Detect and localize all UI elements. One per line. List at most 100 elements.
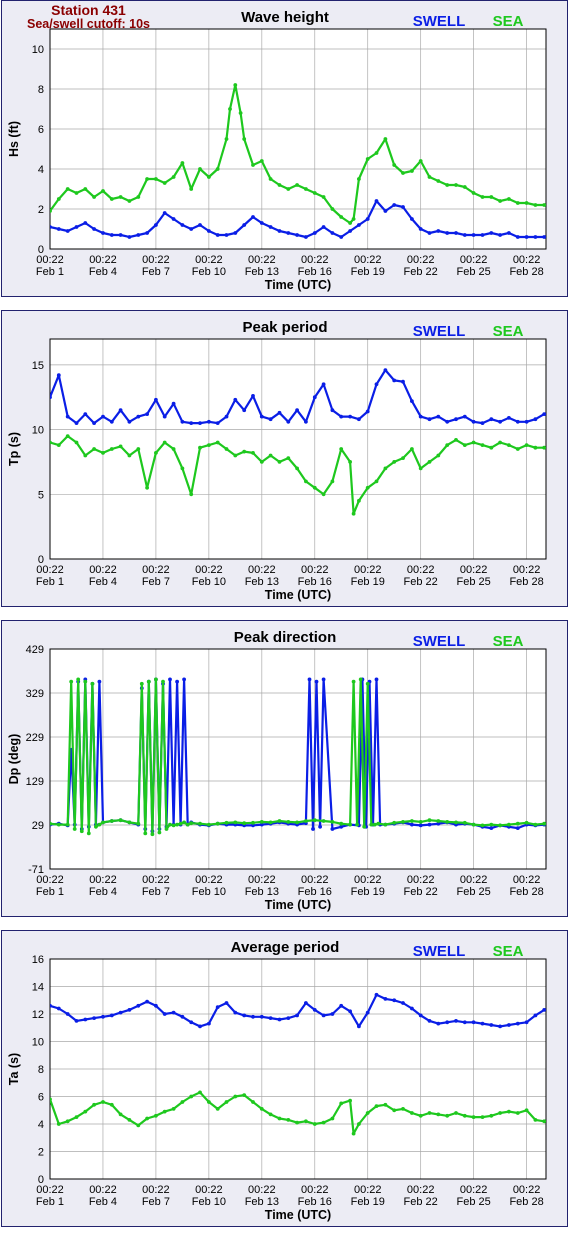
data-point-sea: [109, 1102, 114, 1107]
data-point-swell: [189, 421, 194, 425]
data-point-sea: [351, 217, 356, 221]
x-tick-date: Feb 19: [351, 266, 385, 278]
data-point-swell: [65, 1012, 70, 1016]
data-point-sea: [207, 822, 211, 827]
data-point-sea: [146, 679, 151, 684]
chart-panel-peak-period: 0 5 10 15 00:22 Feb 1 00:22 Feb 4 00:22 Feb 7 00:2…: [1, 310, 568, 607]
x-axis-label: Time (UTC): [265, 1208, 331, 1222]
data-point-sea: [50, 1097, 52, 1102]
data-point-swell: [533, 417, 538, 422]
data-point-sea: [304, 819, 308, 823]
data-point-sea: [533, 822, 538, 827]
x-tick-date: Feb 13: [245, 886, 279, 898]
x-tick-time: 00:22: [248, 564, 276, 576]
data-point-swell: [410, 399, 414, 403]
data-point-sea: [86, 831, 91, 836]
x-tick-time: 00:22: [142, 1184, 170, 1196]
data-point-swell: [454, 1019, 458, 1023]
data-point-swell: [65, 229, 70, 233]
data-point-swell: [307, 677, 312, 682]
x-tick-date: Feb 7: [142, 266, 170, 278]
x-tick-date: Feb 28: [509, 886, 543, 898]
data-point-swell: [74, 225, 79, 229]
data-point-swell: [348, 414, 352, 419]
data-point-sea: [277, 1116, 282, 1121]
x-tick-date: Feb 4: [89, 266, 117, 278]
data-point-swell: [365, 409, 370, 414]
data-point-swell: [392, 378, 397, 383]
x-tick-date: Feb 4: [89, 576, 117, 588]
data-point-swell: [109, 233, 114, 237]
data-point-swell: [311, 827, 315, 831]
y-tick-label: 15: [32, 360, 44, 372]
data-point-swell: [348, 1009, 352, 1014]
data-point-swell: [471, 1020, 476, 1025]
data-point-swell: [533, 1013, 538, 1018]
data-point-sea: [462, 1113, 467, 1118]
x-tick-date: Feb 16: [298, 886, 332, 898]
y-tick-label: 14: [32, 982, 44, 994]
x-tick-time: 00:22: [195, 1184, 223, 1196]
x-axis-label: Time (UTC): [265, 588, 331, 602]
data-point-swell: [392, 203, 397, 207]
data-point-swell: [136, 233, 141, 237]
data-point-sea: [365, 157, 370, 161]
legend-sea: SEA: [493, 633, 524, 650]
data-point-swell: [175, 679, 180, 684]
data-point-swell: [410, 217, 414, 221]
x-tick-time: 00:22: [460, 874, 488, 886]
data-point-sea: [50, 440, 52, 445]
data-point-sea: [351, 1131, 356, 1136]
data-point-sea: [515, 821, 520, 826]
data-point-swell: [295, 233, 299, 237]
y-tick-label: 229: [26, 732, 44, 744]
data-point-swell: [339, 1003, 344, 1008]
data-point-sea: [392, 1108, 397, 1113]
y-tick-label: 12: [32, 1009, 44, 1021]
data-point-swell: [168, 677, 172, 682]
data-point-swell: [357, 1024, 361, 1029]
data-point-sea: [471, 191, 476, 195]
data-point-sea: [215, 440, 220, 445]
data-point-sea: [97, 822, 102, 827]
x-tick-time: 00:22: [301, 564, 329, 576]
data-point-sea: [94, 824, 98, 829]
data-point-swell: [515, 235, 520, 239]
data-point-sea: [215, 821, 220, 826]
data-point-sea: [542, 445, 546, 450]
data-point-swell: [339, 235, 344, 239]
data-point-sea: [427, 175, 432, 179]
data-point-swell: [259, 221, 264, 225]
data-point-sea: [207, 175, 211, 179]
y-tick-label: 8: [38, 1064, 44, 1076]
x-tick-time: 00:22: [407, 874, 435, 886]
data-point-swell: [242, 408, 247, 413]
data-point-swell: [189, 227, 194, 231]
data-point-swell: [207, 1021, 211, 1026]
data-point-swell: [154, 397, 158, 402]
data-point-sea: [358, 677, 363, 682]
data-point-swell: [180, 419, 185, 424]
data-point-sea: [118, 195, 123, 199]
data-point-sea: [295, 1120, 299, 1125]
data-point-sea: [268, 453, 273, 458]
data-point-sea: [79, 829, 84, 834]
data-point-sea: [56, 443, 61, 447]
data-point-swell: [286, 231, 291, 235]
data-point-sea: [376, 821, 381, 826]
data-point-sea: [383, 1102, 388, 1107]
x-tick-date: Feb 28: [509, 266, 543, 278]
data-point-sea: [65, 822, 70, 827]
data-point-sea: [286, 820, 291, 824]
data-point-sea: [251, 820, 255, 825]
data-point-sea: [161, 679, 165, 684]
data-point-sea: [277, 460, 282, 464]
data-point-sea: [312, 485, 317, 490]
data-point-swell: [56, 227, 61, 231]
x-tick-date: Feb 16: [298, 266, 332, 278]
legend-swell: SWELL: [413, 323, 466, 340]
y-tick-label: 429: [26, 644, 44, 656]
data-point-swell: [154, 223, 158, 227]
data-point-swell: [418, 414, 423, 419]
data-point-sea: [374, 1104, 379, 1108]
